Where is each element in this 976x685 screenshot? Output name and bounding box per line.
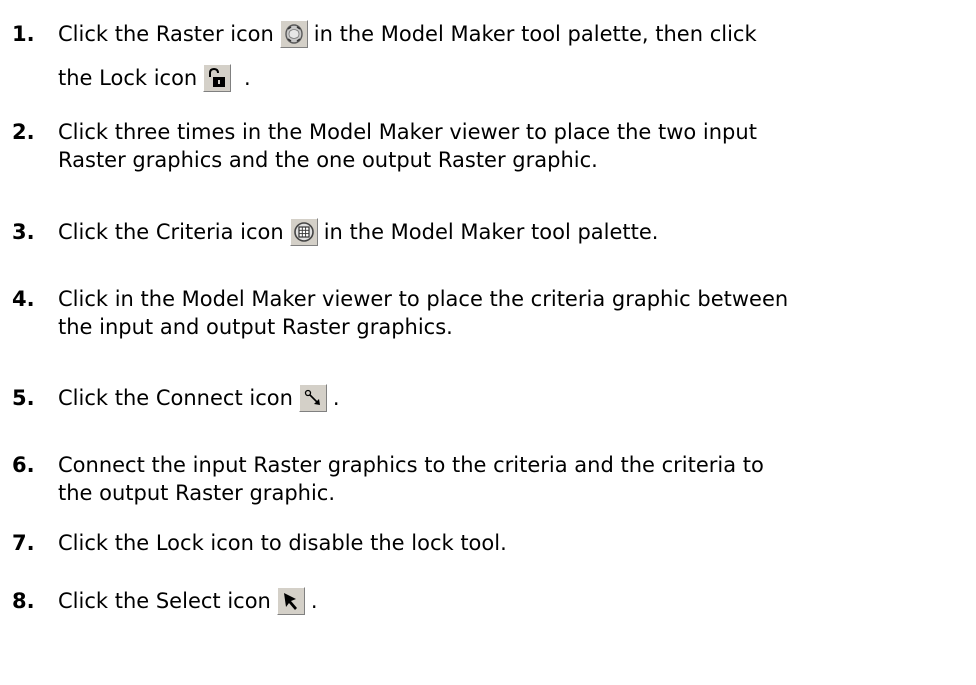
step-period: . xyxy=(243,66,251,90)
step-8: 8. Click the Select icon . xyxy=(12,587,972,615)
step-text-continued: in the Model Maker tool palette. xyxy=(323,220,659,244)
step-number: 8. xyxy=(12,589,35,613)
step-7: 7. Click the Lock icon to disable the loc… xyxy=(12,529,972,557)
step-text-continued: in the Model Maker tool palette, then cl… xyxy=(313,22,757,46)
step-text: Click the Raster icon xyxy=(58,22,274,46)
step-text: Connect the input Raster graphics to the… xyxy=(58,453,764,477)
step-5: 5. Click the Connect icon . xyxy=(12,384,972,412)
step-number: 1. xyxy=(12,22,35,46)
step-number: 6. xyxy=(12,453,35,477)
step-number: 4. xyxy=(12,287,35,311)
step-4: 4. Click in the Model Maker viewer to pla… xyxy=(12,285,972,341)
step-period: . xyxy=(332,386,340,410)
step-text: the Lock icon xyxy=(58,66,198,90)
step-6: 6. Connect the input Raster graphics to t… xyxy=(12,451,972,507)
lock-icon xyxy=(203,64,232,92)
step-number: 7. xyxy=(12,531,35,555)
step-period: . xyxy=(310,589,318,613)
step-text: Click the Select icon xyxy=(58,589,271,613)
raster-icon xyxy=(279,20,308,48)
step-1-line2: the Lock icon . xyxy=(12,56,972,100)
step-text-line2: the output Raster graphic. xyxy=(58,481,336,505)
step-3: 3. Click the Criteria icon in the Model M… xyxy=(12,218,972,246)
step-text-line2: the input and output Raster graphics. xyxy=(58,315,453,339)
connect-icon xyxy=(298,384,327,412)
step-text: Click three times in the Model Maker vie… xyxy=(58,120,757,144)
step-number: 5. xyxy=(12,386,35,410)
step-text: Click the Connect icon xyxy=(58,386,293,410)
step-text: Click the Criteria icon xyxy=(58,220,284,244)
step-2: 2. Click three times in the Model Maker v… xyxy=(12,118,972,174)
step-number: 3. xyxy=(12,220,35,244)
step-text-line2: Raster graphics and the one output Raste… xyxy=(58,148,598,172)
step-number: 2. xyxy=(12,120,35,144)
criteria-icon xyxy=(289,218,318,246)
step-1: 1. Click the Raster icon in the Model Mak… xyxy=(12,12,972,100)
select-arrow-icon xyxy=(276,587,305,615)
step-text: Click in the Model Maker viewer to place… xyxy=(58,287,789,311)
step-text: Click the Lock icon to disable the lock … xyxy=(58,531,507,555)
